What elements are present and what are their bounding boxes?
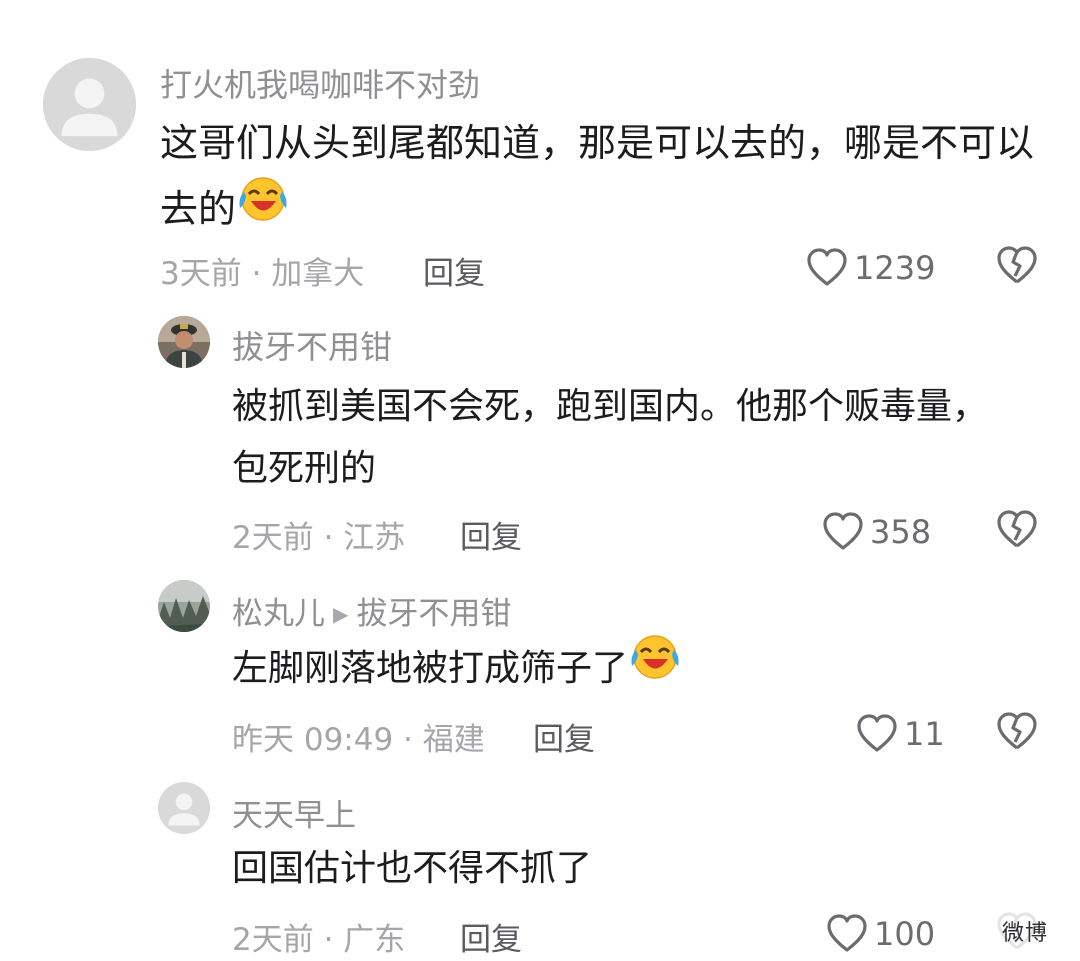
heart-outline-icon: [827, 914, 867, 952]
comment-text-line: 左脚刚落地被打成筛子了: [232, 648, 629, 689]
comment-text-line-2: 包死刑的: [232, 448, 377, 489]
dislike-button[interactable]: [996, 712, 1038, 752]
reply-arrow-icon: ▶: [333, 602, 349, 626]
heart-outline-icon: [807, 248, 847, 286]
military-officer-photo-icon: [158, 316, 210, 368]
comment-text-line-content: 去的: [160, 187, 237, 231]
avatar[interactable]: [158, 316, 210, 368]
comment-text-line: 被抓到美国不会死，跑到国内。他那个贩毒量，: [232, 386, 989, 427]
comment-text-line: 这哥们从头到尾都知道，那是可以去的，哪是不可以: [160, 121, 1035, 165]
reply-button[interactable]: 回复: [460, 914, 522, 959]
comment-text: 这哥们从头到尾都知道，那是可以去的，哪是不可以 去的: [160, 110, 1060, 246]
foggy-forest-photo-icon: [158, 580, 210, 632]
default-avatar-icon: [43, 58, 136, 151]
comment-text: 左脚刚落地被打成筛子了: [232, 635, 1052, 704]
broken-heart-icon: [997, 712, 1037, 750]
comment-meta: 3天前 · 加拿大: [160, 256, 365, 292]
comment-meta: 2天前 · 广东: [232, 922, 406, 958]
avatar[interactable]: [158, 782, 210, 834]
like-button[interactable]: 358: [822, 510, 931, 554]
avatar[interactable]: [43, 58, 136, 151]
like-count: 1239: [854, 249, 936, 287]
like-button[interactable]: 11: [856, 712, 945, 756]
broken-heart-icon: [997, 246, 1037, 284]
dislike-button[interactable]: [996, 510, 1038, 550]
like-count: 358: [870, 513, 932, 551]
comment-meta: 2天前 · 江苏: [232, 520, 406, 556]
broken-heart-icon: [997, 510, 1037, 548]
like-button[interactable]: 100: [826, 912, 935, 956]
comment-text: 被抓到美国不会死，跑到国内。他那个贩毒量， 包死刑的: [232, 376, 1052, 500]
like-count: 11: [904, 715, 945, 753]
default-avatar-icon: [158, 782, 210, 834]
comment-username[interactable]: 拔牙不用钳: [232, 322, 392, 368]
comment-text: 回国估计也不得不抓了: [232, 838, 1052, 900]
comment-username[interactable]: 天天早上: [232, 790, 356, 835]
comment-username[interactable]: 打火机我喝咖啡不对劲: [160, 60, 480, 106]
heart-outline-icon: [823, 512, 863, 550]
reply-target-user[interactable]: 拔牙不用钳: [356, 596, 511, 632]
heart-outline-icon: [857, 714, 897, 752]
comment-meta: 昨天 09:49 · 福建: [232, 722, 485, 758]
comment-username: 松丸儿 ▶ 拔牙不用钳: [232, 588, 511, 633]
reply-button[interactable]: 回复: [423, 248, 485, 293]
crying-laughing-emoji-icon: [236, 174, 288, 242]
comment-author[interactable]: 松丸儿: [232, 596, 325, 632]
comment-text-line: 回国估计也不得不抓了: [232, 848, 593, 889]
like-count: 100: [874, 915, 936, 953]
reply-button[interactable]: 回复: [460, 512, 522, 557]
like-button[interactable]: 1239: [806, 246, 935, 290]
comment-text-line-2: 去的: [160, 176, 1060, 246]
watermark: 微博: [991, 911, 1058, 951]
avatar[interactable]: [158, 580, 210, 632]
dislike-button[interactable]: [996, 246, 1038, 286]
reply-button[interactable]: 回复: [533, 714, 595, 759]
crying-laughing-emoji-icon: [628, 632, 680, 700]
